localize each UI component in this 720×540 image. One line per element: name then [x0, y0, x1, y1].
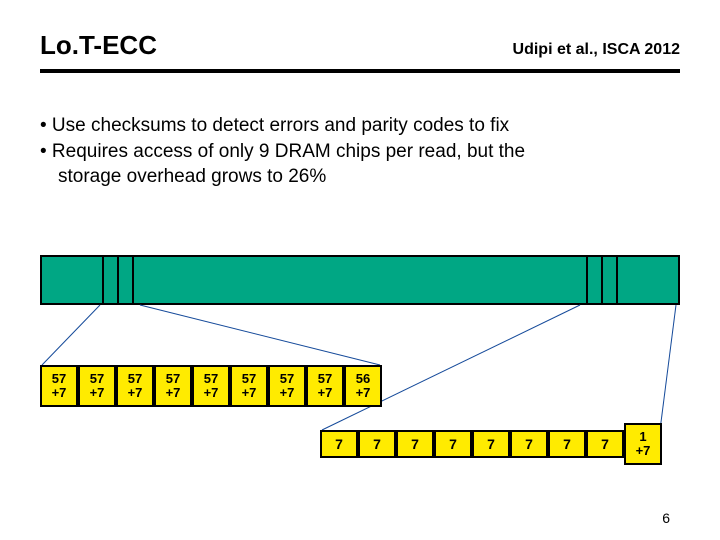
slide-title: Lo.T-ECC [40, 30, 157, 61]
memory-bar [40, 255, 680, 305]
chip-parity: 1+7 [624, 423, 662, 465]
bar-segment [134, 257, 589, 303]
bar-segment [104, 257, 119, 303]
bar-segment [618, 257, 678, 303]
chip-row-2: 777777771+7 [320, 430, 662, 465]
chip: 7 [510, 430, 548, 458]
bar-segment [119, 257, 134, 303]
chip: 7 [396, 430, 434, 458]
chip: 57+7 [116, 365, 154, 407]
chip: 57+7 [230, 365, 268, 407]
diagram: 57+757+757+757+757+757+757+757+756+7 777… [40, 255, 680, 305]
chip: 57+7 [268, 365, 306, 407]
chip: 57+7 [192, 365, 230, 407]
chip: 7 [586, 430, 624, 458]
bullet-2b: storage overhead grows to 26% [40, 164, 680, 190]
bullet-1: • Use checksums to detect errors and par… [40, 113, 680, 139]
chip: 7 [358, 430, 396, 458]
chip: 56+7 [344, 365, 382, 407]
chip: 7 [320, 430, 358, 458]
chip: 7 [434, 430, 472, 458]
bullet-list: • Use checksums to detect errors and par… [40, 113, 680, 190]
slide: Lo.T-ECC Udipi et al., ISCA 2012 • Use c… [0, 0, 720, 540]
chip-row-1: 57+757+757+757+757+757+757+757+756+7 [40, 365, 382, 407]
chip: 57+7 [154, 365, 192, 407]
bar-segment [588, 257, 603, 303]
chip: 7 [472, 430, 510, 458]
citation: Udipi et al., ISCA 2012 [513, 41, 680, 59]
chip: 57+7 [40, 365, 78, 407]
bullet-2a: • Requires access of only 9 DRAM chips p… [40, 139, 680, 165]
chip: 57+7 [306, 365, 344, 407]
title-rule [40, 69, 680, 73]
bar-segment [603, 257, 618, 303]
chip: 57+7 [78, 365, 116, 407]
chip: 7 [548, 430, 586, 458]
header: Lo.T-ECC Udipi et al., ISCA 2012 [40, 30, 680, 61]
page-number: 6 [662, 510, 670, 526]
bar-segment [42, 257, 104, 303]
